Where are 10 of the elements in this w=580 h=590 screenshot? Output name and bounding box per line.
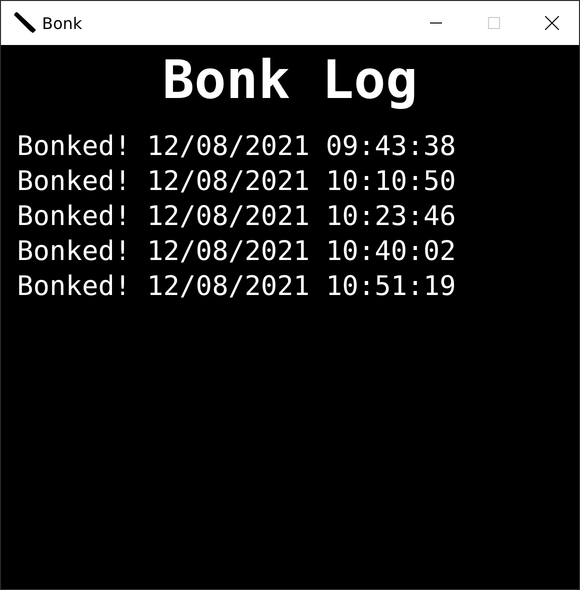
- log-entry: Bonked! 12/08/2021 10:10:50: [17, 165, 457, 199]
- close-icon: [545, 16, 559, 30]
- log-entry: Bonked! 12/08/2021 10:23:46: [17, 200, 457, 234]
- log-entry: Bonked! 12/08/2021 10:51:19: [17, 270, 457, 304]
- log-entry: Bonked! 12/08/2021 09:43:38: [17, 130, 457, 164]
- log-heading: Bonk Log: [161, 49, 419, 113]
- bat-icon: [13, 11, 37, 35]
- maximize-icon: [488, 17, 500, 29]
- log-entry: Bonked! 12/08/2021 10:40:02: [17, 235, 457, 269]
- window-title: Bonk: [42, 14, 82, 32]
